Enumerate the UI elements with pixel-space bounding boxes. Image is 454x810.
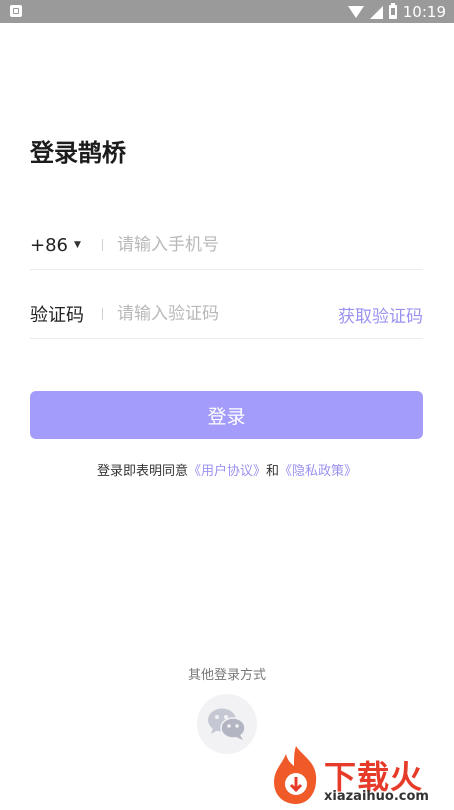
code-row: 验证码 获取验证码 (30, 290, 423, 339)
privacy-policy-link[interactable]: 《隐私政策》 (279, 464, 357, 479)
phone-row: +86 ▼ (30, 221, 423, 270)
wifi-icon (347, 6, 364, 18)
user-agreement-link[interactable]: 《用户协议》 (188, 464, 266, 479)
battery-icon (388, 3, 397, 19)
agreement-and: 和 (266, 464, 280, 479)
divider (102, 308, 103, 320)
other-login-label: 其他登录方式 (187, 668, 266, 683)
status-bar: 10:19 (0, 0, 454, 23)
get-code-button[interactable]: 获取验证码 (338, 302, 423, 327)
code-label: 验证码 (30, 305, 84, 326)
status-icons: 10:19 (347, 2, 446, 22)
flame-logo-icon (274, 746, 317, 804)
app-notification-icon (10, 5, 22, 17)
watermark-subtitle: xiazaihuo.com (324, 789, 429, 804)
country-code-selector[interactable]: +86 ▼ (30, 235, 102, 256)
agreement-text: 登录即表明同意《用户协议》和《隐私政策》 (0, 460, 454, 479)
caret-down-icon: ▼ (74, 240, 81, 250)
phone-input[interactable] (117, 235, 423, 255)
wechat-login-button[interactable] (197, 694, 257, 754)
signal-icon (369, 5, 383, 19)
country-code: +86 (30, 234, 68, 256)
code-input[interactable] (117, 304, 338, 324)
wechat-icon (208, 708, 246, 740)
login-button[interactable]: 登录 (30, 391, 423, 439)
watermark-logo: 下载火 xiazaihuo.com (268, 742, 454, 806)
divider (102, 239, 103, 251)
agreement-prefix: 登录即表明同意 (96, 464, 188, 479)
page-title: 登录鹊桥 (30, 139, 126, 167)
status-time: 10:19 (402, 3, 446, 21)
